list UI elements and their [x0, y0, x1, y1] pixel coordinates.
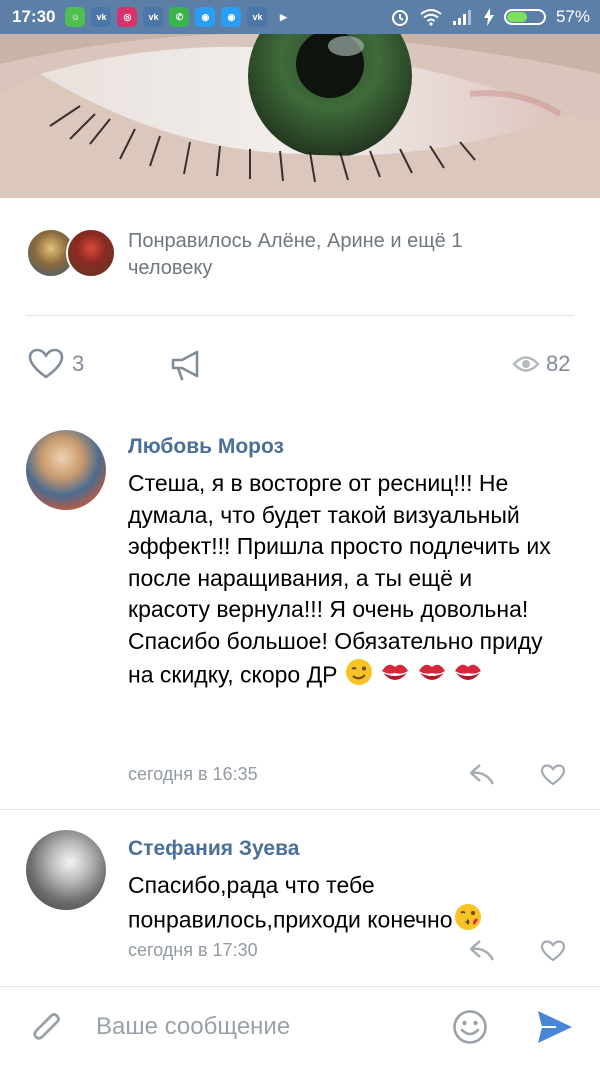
chat-icon: ◉ [221, 7, 242, 27]
kissing-face-emoji-icon [453, 902, 483, 941]
wink-emoji-icon [344, 657, 374, 696]
comment-avatar[interactable] [26, 430, 106, 510]
divider [26, 315, 574, 316]
alarm-icon [391, 10, 408, 26]
comment-time: сегодня в 16:35 [128, 764, 258, 784]
post-photo[interactable] [0, 34, 600, 198]
view-count: 82 [546, 351, 571, 376]
like-count: 3 [72, 351, 85, 376]
kiss-mark-emoji-icon [453, 659, 483, 694]
notification-icons: ☺ vk ◎ vk ✆ ◉ ◉ vk ▶ [65, 7, 294, 27]
attach-icon[interactable] [30, 1009, 66, 1047]
comment-text: Спасибо,рада что тебе понравилось,приход… [128, 870, 568, 940]
battery-level [506, 12, 528, 22]
liker-avatar-2 [66, 228, 116, 278]
vk-icon: vk [91, 7, 112, 27]
chat-icon: ◉ [195, 7, 216, 27]
emoji-icon[interactable] [452, 1009, 488, 1045]
send-icon[interactable] [536, 1009, 574, 1045]
play-store-icon: ▶ [273, 7, 294, 27]
comment-time: сегодня в 17:30 [128, 940, 258, 960]
wifi-icon [420, 9, 442, 26]
eye-photo [0, 34, 600, 198]
phone-icon: ✆ [169, 7, 190, 27]
divider [0, 809, 600, 810]
share-icon[interactable] [170, 348, 204, 382]
comment-avatar[interactable] [26, 830, 106, 910]
comment: Стефания Зуева Спасибо,рада что тебе пон… [0, 830, 600, 980]
instagram-icon: ◎ [117, 7, 138, 27]
kiss-mark-emoji-icon [417, 659, 447, 694]
views-icon [512, 356, 540, 372]
vk-icon: vk [143, 7, 164, 27]
battery-icon [503, 9, 546, 25]
charging-icon [483, 8, 494, 26]
status-bar: 17:30 ☺ vk ◎ vk ✆ ◉ ◉ vk ▶ 57% [0, 0, 600, 34]
battery-percent: 57% [555, 7, 590, 26]
comment-like-icon[interactable] [540, 940, 566, 962]
comment-like-icon[interactable] [540, 764, 566, 786]
heart-icon[interactable] [28, 348, 64, 380]
likes-text: Понравилось Алёне, Арине и ещё 1 человек… [128, 230, 463, 279]
kiss-mark-emoji-icon [380, 659, 410, 694]
likes-summary[interactable]: Понравилось Алёне, Арине и ещё 1 человек… [0, 226, 600, 286]
reply-icon[interactable] [468, 938, 496, 962]
comment-author[interactable]: Стефания Зуева [128, 837, 299, 861]
comment-text-body: Стеша, я в восторге от ресниц!!! Не дума… [128, 470, 551, 688]
message-input[interactable]: Ваше сообщение [96, 1013, 290, 1041]
vk-icon: vk [247, 7, 268, 27]
message-composer: Ваше сообщение [0, 986, 600, 1067]
comment-author[interactable]: Любовь Мороз [128, 435, 284, 459]
status-right: 57% [390, 0, 590, 34]
messenger-icon: ☺ [65, 7, 86, 27]
post-actions: 3 82 [0, 340, 600, 390]
status-time: 17:30 [12, 7, 56, 26]
comment-text-body: Спасибо,рада что тебе понравилось,приход… [128, 872, 453, 932]
reply-icon[interactable] [468, 762, 496, 786]
comment-text: Стеша, я в восторге от ресниц!!! Не дума… [128, 468, 558, 696]
signal-icon [452, 10, 471, 25]
comment: Любовь Мороз Стеша, я в восторге от ресн… [0, 430, 600, 808]
